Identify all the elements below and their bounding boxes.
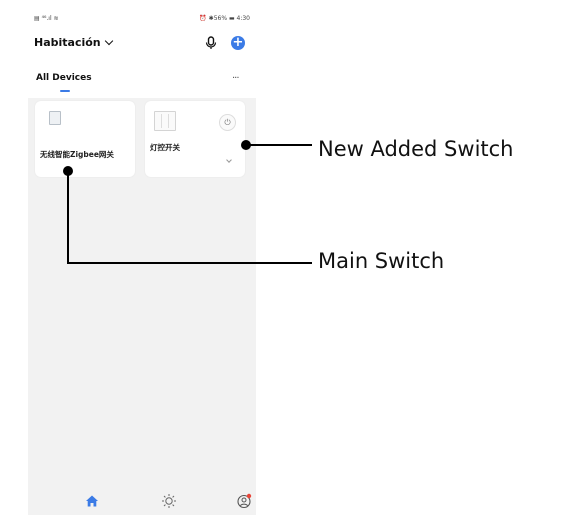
chevron-down-icon: [104, 36, 113, 46]
device-card-light-switch[interactable]: ⏻ 灯控开关: [145, 101, 245, 177]
phone-screen: ▤ ⁴⁶.ıl ≋ ⏰ ✱56% ▬ 4:30 Habitación + All…: [28, 10, 256, 515]
gateway-icon: [49, 111, 61, 125]
bottom-nav-bar: [28, 487, 256, 515]
annotation-new-added-switch: New Added Switch: [318, 137, 514, 161]
status-bar: ▤ ⁴⁶.ıl ≋ ⏰ ✱56% ▬ 4:30: [34, 15, 250, 27]
profile-icon[interactable]: [236, 493, 252, 509]
chevron-down-icon[interactable]: [226, 157, 232, 163]
room-name: Habitación: [34, 36, 101, 49]
tab-all-devices[interactable]: All Devices: [36, 73, 92, 83]
device-name: 灯控开关: [150, 143, 180, 152]
mic-icon[interactable]: [205, 36, 217, 50]
status-left-indicators: ▤ ⁴⁶.ıl ≋: [34, 15, 59, 22]
more-icon[interactable]: ···: [232, 73, 239, 84]
annotation-main-switch: Main Switch: [318, 249, 445, 273]
scene-sun-icon[interactable]: [161, 493, 177, 509]
status-right-indicators: ⏰ ✱56% ▬ 4:30: [199, 15, 250, 22]
add-icon[interactable]: +: [231, 36, 245, 50]
wall-switch-icon: [154, 111, 176, 131]
device-name: 无线智能Zigbee网关: [40, 150, 114, 159]
home-icon[interactable]: [84, 493, 100, 509]
callout-line-main-switch-vertical: [67, 171, 69, 263]
tab-active-indicator: [60, 90, 70, 92]
power-icon[interactable]: ⏻: [219, 114, 236, 131]
room-selector[interactable]: Habitación: [34, 36, 113, 49]
callout-line-main-switch-horizontal: [67, 262, 312, 264]
device-card-gateway[interactable]: 无线智能Zigbee网关: [35, 101, 135, 177]
callout-line-new-switch: [246, 144, 312, 146]
